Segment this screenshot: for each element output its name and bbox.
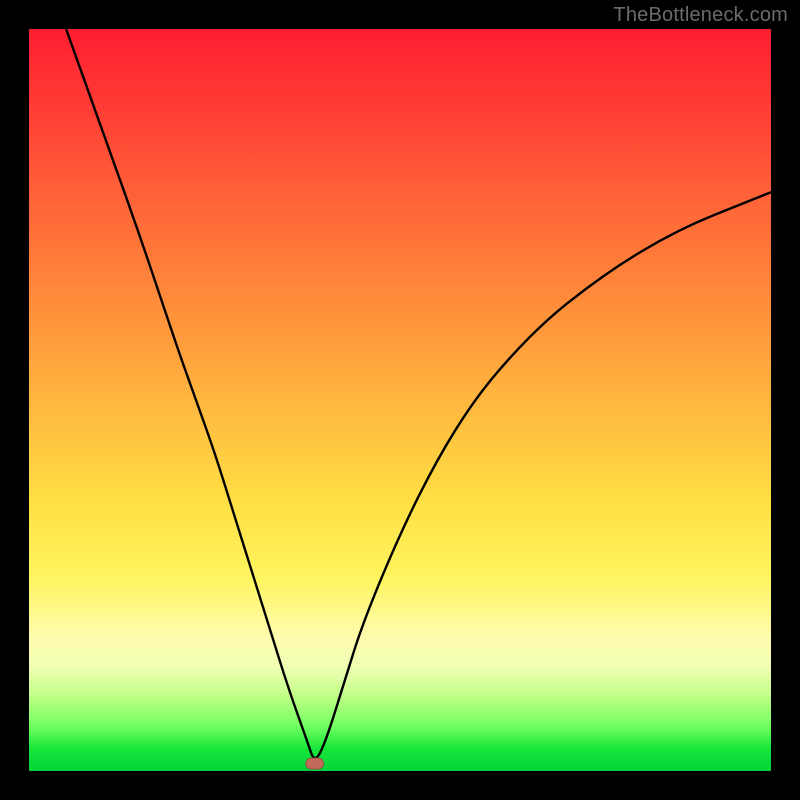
plot-area bbox=[29, 29, 771, 771]
min-marker bbox=[306, 758, 324, 769]
bottleneck-curve bbox=[66, 29, 771, 758]
chart-svg bbox=[29, 29, 771, 771]
chart-frame: TheBottleneck.com bbox=[0, 0, 800, 800]
watermark-text: TheBottleneck.com bbox=[613, 4, 788, 27]
